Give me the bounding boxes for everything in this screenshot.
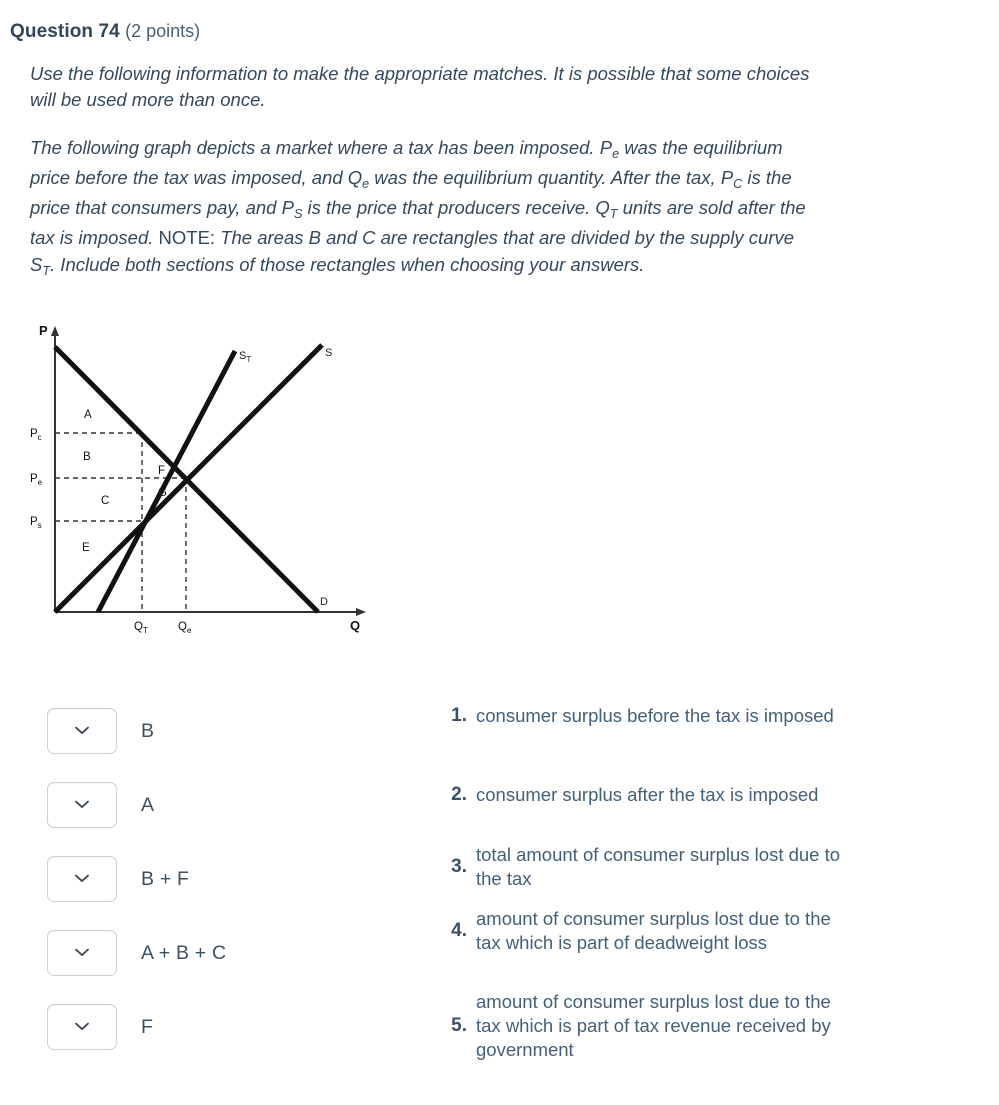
price-tick-pe: Pe bbox=[30, 473, 43, 487]
chevron-down-icon bbox=[75, 948, 89, 957]
option-number-3: 3. bbox=[451, 856, 467, 877]
option-number-5: 5. bbox=[451, 1015, 467, 1036]
matching-area: B A B + F A + B + C F 1. consumer surplu… bbox=[0, 690, 999, 1090]
curve-label-st: ST bbox=[239, 350, 251, 364]
chevron-down-icon bbox=[75, 800, 89, 809]
instruction-body: The following graph depicts a market whe… bbox=[30, 137, 806, 279]
match-answer-4: A + B + C bbox=[141, 941, 227, 964]
chevron-down-icon bbox=[75, 1022, 89, 1031]
price-tick-ps: Ps bbox=[30, 516, 42, 530]
chevron-down-icon bbox=[75, 726, 89, 735]
match-dropdown-3[interactable] bbox=[47, 856, 117, 902]
price-tick-pc: Pc bbox=[30, 428, 42, 442]
option-text-4: amount of consumer surplus lost due to t… bbox=[476, 908, 831, 953]
chevron-down-icon bbox=[75, 874, 89, 883]
option-number-2: 2. bbox=[451, 784, 467, 805]
match-dropdown-1[interactable] bbox=[47, 708, 117, 754]
y-axis-label: P bbox=[39, 323, 48, 338]
region-label-a: A bbox=[84, 409, 92, 421]
match-answer-3: B + F bbox=[141, 867, 190, 890]
supply-tax-curve bbox=[95, 349, 238, 614]
match-row: B bbox=[47, 690, 427, 764]
match-dropdown-5[interactable] bbox=[47, 1004, 117, 1050]
curve-label-s: S bbox=[325, 347, 332, 359]
match-dropdown-2[interactable] bbox=[47, 782, 117, 828]
matching-left-column: B A B + F A + B + C F bbox=[47, 690, 427, 1060]
region-label-e: E bbox=[82, 542, 90, 554]
region-label-g: G bbox=[158, 487, 167, 499]
option-item-2: 2. consumer surplus after the tax is imp… bbox=[443, 783, 843, 807]
match-answer-1: B bbox=[141, 719, 155, 742]
match-row: B + F bbox=[47, 838, 427, 912]
match-row: A + B + C bbox=[47, 912, 427, 986]
match-answer-2: A bbox=[141, 793, 155, 816]
region-label-c: C bbox=[101, 495, 109, 507]
option-item-3: 3. total amount of consumer surplus lost… bbox=[443, 843, 843, 891]
instruction-intro: Use the following information to make th… bbox=[30, 63, 810, 110]
question-header: Question 74 (2 points) bbox=[10, 18, 200, 45]
supply-demand-graph: P Q ST S D Pc Pe Ps QT Qe A B C E F G bbox=[20, 318, 380, 648]
option-item-4: 4. amount of consumer surplus lost due t… bbox=[443, 907, 843, 955]
option-number-1: 1. bbox=[451, 705, 467, 726]
region-label-f: F bbox=[158, 465, 165, 477]
page-title: Question 74 bbox=[10, 21, 120, 42]
curve-label-d: D bbox=[320, 596, 328, 608]
match-row: A bbox=[47, 764, 427, 838]
option-text-3: total amount of consumer surplus lost du… bbox=[476, 844, 841, 889]
x-axis-label: Q bbox=[350, 618, 360, 633]
region-label-b: B bbox=[83, 451, 91, 463]
option-text-2: consumer surplus after the tax is impose… bbox=[476, 784, 819, 805]
match-row: F bbox=[47, 986, 427, 1060]
graph-axes bbox=[51, 326, 366, 616]
question-points: (2 points) bbox=[125, 21, 201, 41]
option-text-5: amount of consumer surplus lost due to t… bbox=[476, 991, 831, 1060]
option-item-5: 5. amount of consumer surplus lost due t… bbox=[443, 990, 843, 1062]
option-number-4: 4. bbox=[451, 920, 467, 941]
option-item-1: 1. consumer surplus before the tax is im… bbox=[443, 704, 843, 728]
option-text-1: consumer surplus before the tax is impos… bbox=[476, 705, 834, 726]
match-answer-5: F bbox=[141, 1015, 154, 1038]
quantity-tick-qe: Qe bbox=[178, 621, 192, 635]
match-dropdown-4[interactable] bbox=[47, 930, 117, 976]
quantity-tick-qt: QT bbox=[134, 621, 148, 635]
